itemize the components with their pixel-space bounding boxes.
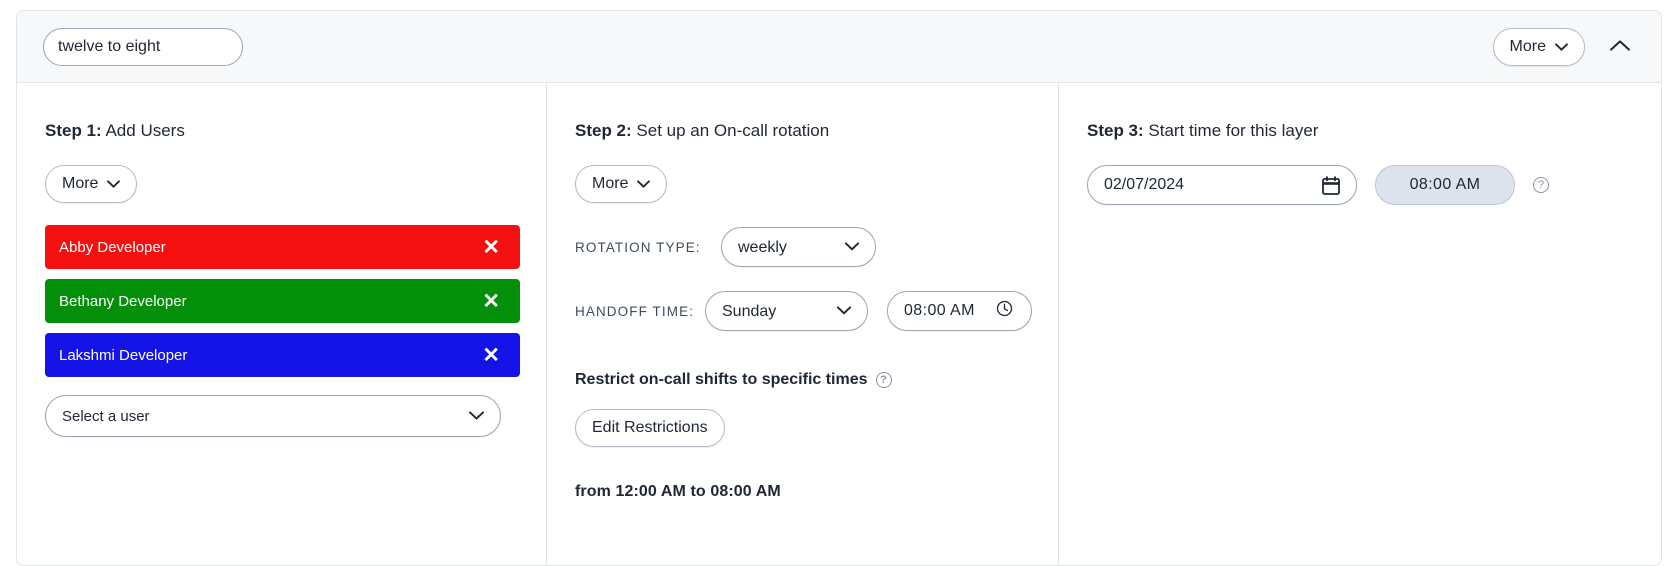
remove-user-button[interactable]: ✕ xyxy=(480,291,502,312)
select-user-wrapper: Select a user xyxy=(45,395,501,437)
schedule-layer-card: More Step 1: Add Users More xyxy=(16,10,1662,566)
user-chip-name: Bethany Developer xyxy=(59,292,187,310)
start-time-row: ? xyxy=(1087,165,1635,205)
step-2-column: Step 2: Set up an On-call rotation More … xyxy=(546,83,1058,565)
handoff-time-field[interactable] xyxy=(887,291,1032,331)
user-chip[interactable]: Lakshmi Developer ✕ xyxy=(45,333,520,377)
edit-restrictions-label: Edit Restrictions xyxy=(592,419,708,436)
step-2-more-label: More xyxy=(592,175,629,192)
help-icon[interactable]: ? xyxy=(875,372,892,388)
user-chip[interactable]: Abby Developer ✕ xyxy=(45,225,520,269)
start-time-input[interactable] xyxy=(1390,176,1500,194)
rotation-type-dropdown[interactable]: weekly xyxy=(721,227,876,267)
chevron-down-icon xyxy=(107,180,121,188)
handoff-day-dropdown[interactable]: Sunday xyxy=(705,291,868,331)
collapse-layer-button[interactable] xyxy=(1603,30,1637,64)
start-date-field[interactable] xyxy=(1087,165,1357,205)
rotation-type-wrapper: weekly xyxy=(721,227,876,267)
step-3-title-label: Step 3: xyxy=(1087,121,1144,140)
step-1-title: Step 1: Add Users xyxy=(45,121,520,141)
handoff-day-wrapper: Sunday xyxy=(705,291,868,331)
start-time-field[interactable] xyxy=(1375,165,1515,205)
remove-user-button[interactable]: ✕ xyxy=(480,237,502,258)
handoff-time-input[interactable] xyxy=(904,302,996,320)
header-actions: More xyxy=(1492,27,1637,66)
restrict-shifts-row: Restrict on-call shifts to specific time… xyxy=(575,371,1032,389)
clock-icon xyxy=(996,300,1013,322)
layer-header: More xyxy=(17,11,1661,83)
remove-user-button[interactable]: ✕ xyxy=(480,345,502,366)
user-chip-name: Lakshmi Developer xyxy=(59,346,188,364)
chevron-down-icon xyxy=(1555,42,1568,51)
handoff-time-row: HANDOFF TIME: Sunday xyxy=(575,291,1032,331)
step-2-title-text: Set up an On-call rotation xyxy=(631,121,830,140)
restrict-shifts-label: Restrict on-call shifts to specific time… xyxy=(575,371,868,388)
step-3-title: Step 3: Start time for this layer xyxy=(1087,121,1635,141)
step-1-title-text: Add Users xyxy=(101,121,185,140)
start-date-input[interactable] xyxy=(1104,176,1322,194)
step-2-more-button[interactable]: More xyxy=(575,165,668,203)
calendar-icon[interactable] xyxy=(1322,175,1340,195)
chevron-up-icon xyxy=(1609,39,1631,55)
chevron-down-icon xyxy=(637,180,651,188)
layer-name-input[interactable] xyxy=(43,27,243,66)
step-1-more-button[interactable]: More xyxy=(45,165,138,203)
rotation-type-row: ROTATION TYPE: weekly xyxy=(575,227,1032,267)
step-1-more-label: More xyxy=(62,175,99,192)
select-user-dropdown[interactable]: Select a user xyxy=(45,395,501,437)
step-3-column: Step 3: Start time for this layer 02/07/… xyxy=(1058,83,1661,565)
assigned-users-list: Abby Developer ✕ Bethany Developer ✕ Lak… xyxy=(45,225,520,377)
rotation-type-label: ROTATION TYPE: xyxy=(575,240,701,255)
help-icon[interactable]: ? xyxy=(1533,177,1549,193)
step-2-title: Step 2: Set up an On-call rotation xyxy=(575,121,1032,141)
user-chip-name: Abby Developer xyxy=(59,238,166,256)
step-3-title-text: Start time for this layer xyxy=(1143,121,1319,140)
header-more-button[interactable]: More xyxy=(1492,27,1585,66)
edit-restrictions-wrapper: Edit Restrictions xyxy=(575,409,1032,447)
step-1-title-label: Step 1: xyxy=(45,121,102,140)
edit-restrictions-button[interactable]: Edit Restrictions xyxy=(575,409,725,447)
step-1-column: Step 1: Add Users More Abby Developer ✕ … xyxy=(17,83,546,565)
header-more-label: More xyxy=(1509,37,1546,55)
steps-container: Step 1: Add Users More Abby Developer ✕ … xyxy=(17,83,1661,565)
step-2-title-label: Step 2: xyxy=(575,121,632,140)
handoff-time-label: HANDOFF TIME: xyxy=(575,304,695,319)
user-chip[interactable]: Bethany Developer ✕ xyxy=(45,279,520,323)
restriction-summary: from 12:00 AM to 08:00 AM xyxy=(575,483,781,500)
